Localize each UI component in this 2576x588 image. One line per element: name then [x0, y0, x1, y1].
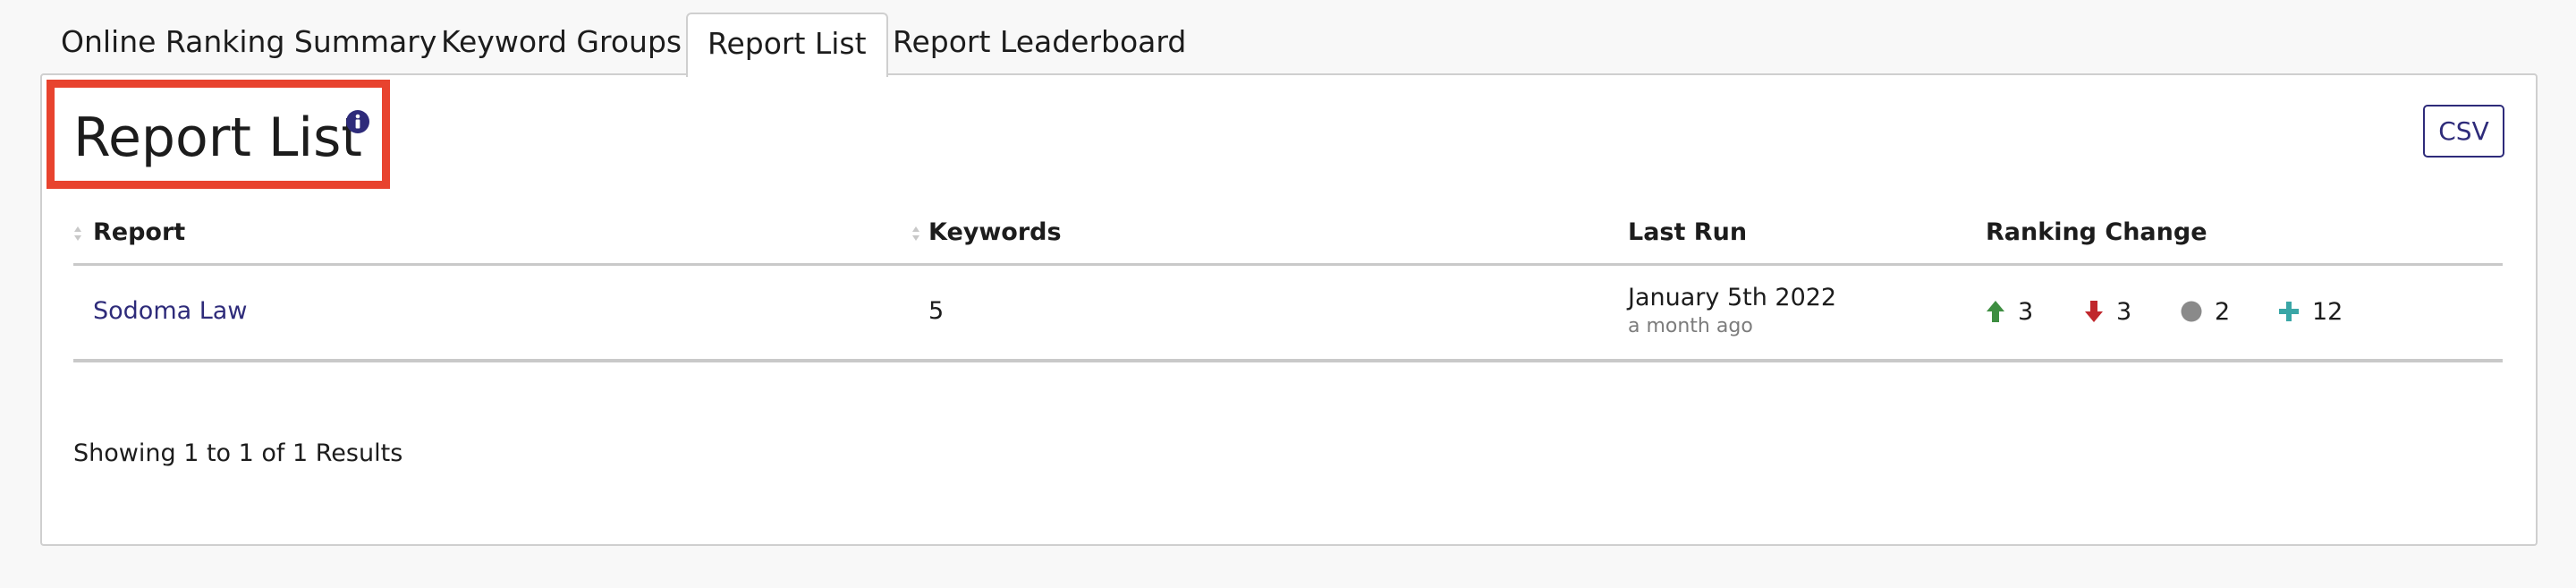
table-header: Report Keywords Last Run Ranking Change: [73, 208, 2503, 266]
ranking-new: 12: [2278, 294, 2343, 329]
ranking-down-count: 3: [2116, 297, 2132, 326]
report-table: Report Keywords Last Run Ranking Change …: [73, 208, 2503, 362]
tab-keyword-groups[interactable]: Keyword Groups: [421, 13, 701, 73]
column-header-ranking-change: Ranking Change: [1986, 218, 2207, 246]
column-header-report[interactable]: Report: [93, 215, 185, 251]
column-header-last-run: Last Run: [1628, 218, 1748, 246]
ranking-up-count: 3: [2018, 297, 2034, 326]
ranking-unchanged: 2: [2181, 294, 2230, 329]
circle-icon: [2181, 301, 2202, 322]
keywords-count: 5: [928, 297, 945, 325]
tab-report-list[interactable]: Report List: [686, 13, 888, 77]
plus-icon: [2279, 302, 2299, 321]
ranking-up: 3: [1986, 294, 2033, 329]
tab-report-leaderboard[interactable]: Report Leaderboard: [873, 13, 1206, 73]
table-row: Sodoma Law 5 January 5th 2022 a month ag…: [73, 266, 2503, 362]
tab-bar: Online Ranking Summary Keyword Groups Re…: [0, 0, 2576, 77]
arrow-up-icon: [1987, 301, 2004, 322]
ranking-new-count: 12: [2312, 297, 2343, 326]
csv-export-button[interactable]: CSV: [2423, 105, 2504, 158]
ranking-unchanged-count: 2: [2215, 297, 2231, 326]
sort-icon[interactable]: [911, 225, 920, 243]
last-run-relative: a month ago: [1628, 315, 1753, 337]
arrow-down-icon: [2085, 301, 2103, 322]
report-link[interactable]: Sodoma Law: [93, 294, 247, 329]
column-header-keywords[interactable]: Keywords: [928, 215, 1062, 251]
report-list-panel: Report List CSV Report Keywords Last Run…: [40, 73, 2538, 546]
tab-online-ranking-summary[interactable]: Online Ranking Summary: [41, 13, 456, 73]
results-summary: Showing 1 to 1 of 1 Results: [73, 439, 403, 467]
ranking-down: 3: [2084, 294, 2131, 329]
info-circle-icon[interactable]: [345, 109, 370, 134]
sort-icon[interactable]: [73, 225, 82, 243]
last-run-date: January 5th 2022: [1628, 284, 1837, 311]
page-title: Report List: [73, 107, 362, 169]
